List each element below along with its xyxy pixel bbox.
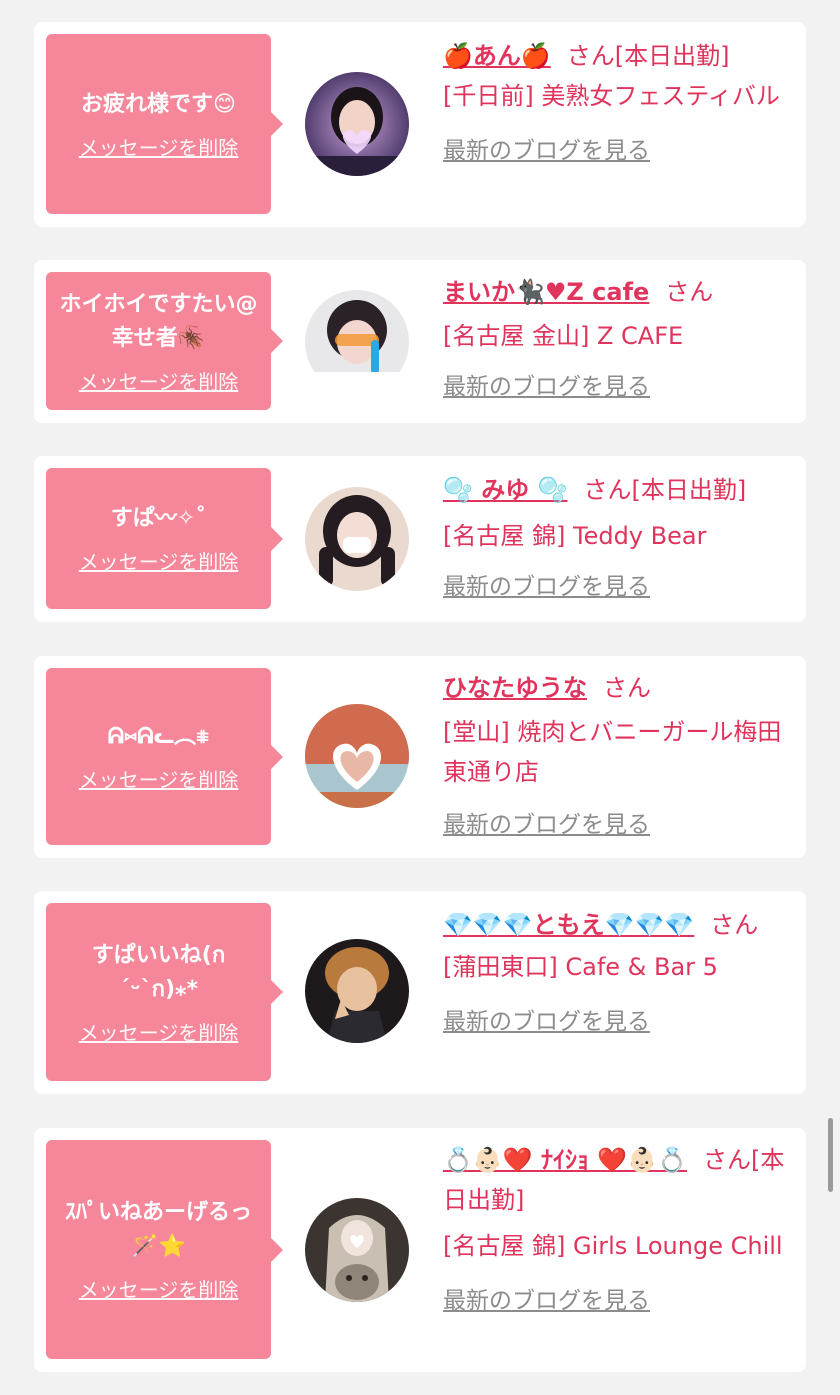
girl-name-link[interactable]: 🍎あん🍎 — [443, 42, 551, 70]
delete-message-link[interactable]: メッセージを削除 — [79, 1017, 239, 1046]
delete-message-link[interactable]: メッセージを削除 — [79, 764, 239, 793]
list-item: すぱ〰✧˚ メッセージを削除 🫧 みゆ 🫧 さん[本日出勤] [名古屋 錦] Te… — [34, 456, 806, 622]
delete-message-link[interactable]: メッセージを削除 — [79, 366, 239, 395]
shop-label: [名古屋 金山] Z CAFE — [443, 322, 684, 350]
message-bubble: すぱ〰✧˚ メッセージを削除 — [46, 468, 283, 609]
message-text: ᕱ⑅ᕱ︎ᓚ︎︎︵⩨ — [107, 724, 210, 749]
girl-info: ひなたゆうな さん [堂山] 焼肉とバニーガール梅田東通り店 最新のブログを見る — [443, 668, 792, 845]
girl-name-link[interactable]: 🫧 みゆ 🫧 — [443, 476, 567, 504]
list-item: ᕱ⑅ᕱ︎ᓚ︎︎︵⩨ メッセージを削除 ひなたゆうな さん [堂山] 焼肉とバニーガ… — [34, 656, 806, 858]
avatar[interactable] — [305, 704, 409, 808]
latest-blog-link[interactable]: 最新のブログを見る — [443, 805, 650, 845]
girl-name-link[interactable]: まいか🐈‍⬛♥Z cafe — [443, 278, 649, 306]
message-bubble: ホイホイですたい@幸せ者🪳 メッセージを削除 — [46, 272, 283, 410]
list-item: お疲れ様です😊 メッセージを削除 🍎あん🍎 さん[本日出勤] [千日前] 美熟女… — [34, 22, 806, 227]
shop-label: [名古屋 錦] Teddy Bear — [443, 522, 707, 550]
message-text: すぱ〰✧˚ — [110, 506, 207, 531]
girl-info: 🫧 みゆ 🫧 さん[本日出勤] [名古屋 錦] Teddy Bear 最新のブログ… — [443, 470, 792, 607]
message-text: すぱいいね(ก´ᵕ`ก)⁎* — [91, 942, 226, 1002]
girl-suffix: さん — [665, 278, 714, 306]
shop-label: [堂山] 焼肉とバニーガール梅田東通り店 — [443, 718, 782, 786]
girl-suffix: さん[本日出勤] — [566, 42, 730, 70]
girl-suffix: さん — [603, 674, 651, 702]
message-bubble: ᕱ⑅ᕱ︎ᓚ︎︎︵⩨ メッセージを削除 — [46, 668, 283, 845]
message-list: お疲れ様です😊 メッセージを削除 🍎あん🍎 さん[本日出勤] [千日前] 美熟女… — [0, 0, 840, 1395]
message-text: ホイホイですたい@幸せ者🪳 — [59, 291, 258, 351]
latest-blog-link[interactable]: 最新のブログを見る — [443, 1002, 650, 1042]
avatar[interactable] — [305, 290, 409, 394]
avatar[interactable] — [305, 487, 409, 591]
girl-suffix: さん — [710, 911, 759, 939]
scrollbar[interactable] — [828, 1118, 833, 1192]
message-text: お疲れ様です😊 — [81, 91, 236, 117]
delete-message-link[interactable]: メッセージを削除 — [79, 1274, 239, 1303]
girl-name-link[interactable]: ひなたゆうな — [443, 674, 587, 702]
girl-info: 💍👶🏻❤️ ﾅｲｼｮ ❤️👶🏻💍 さん[本日出勤] [名古屋 錦] Girls L… — [443, 1140, 792, 1321]
list-item: ホイホイですたい@幸せ者🪳 メッセージを削除 まいか🐈‍⬛♥Z cafe さん [… — [34, 260, 806, 423]
message-bubble: ｽﾊﾟいねあーげるっ🪄⭐ メッセージを削除 — [46, 1140, 283, 1359]
avatar[interactable] — [305, 1198, 409, 1302]
avatar[interactable] — [305, 72, 409, 176]
avatar[interactable] — [305, 939, 409, 1043]
message-bubble: お疲れ様です😊 メッセージを削除 — [46, 34, 283, 214]
girl-name-link[interactable]: 💍👶🏻❤️ ﾅｲｼｮ ❤️👶🏻💍 — [443, 1146, 687, 1174]
latest-blog-link[interactable]: 最新のブログを見る — [443, 1281, 650, 1321]
girl-info: 💎💎💎ともえ💎💎💎 さん [蒲田東口] Cafe & Bar 5 最新のブログを見… — [443, 905, 792, 1042]
shop-label: [蒲田東口] Cafe & Bar 5 — [443, 953, 718, 981]
list-item: ｽﾊﾟいねあーげるっ🪄⭐ メッセージを削除 💍👶🏻❤️ ﾅｲｼｮ ❤️👶🏻💍 さん… — [34, 1128, 806, 1372]
shop-label: [名古屋 錦] Girls Lounge Chill — [443, 1232, 783, 1260]
girl-name-link[interactable]: 💎💎💎ともえ💎💎💎 — [443, 911, 694, 939]
latest-blog-link[interactable]: 最新のブログを見る — [443, 367, 650, 407]
girl-suffix: さん[本日出勤] — [583, 476, 747, 504]
girl-info: まいか🐈‍⬛♥Z cafe さん [名古屋 金山] Z CAFE 最新のブログを見… — [443, 272, 792, 407]
shop-label: [千日前] 美熟女フェスティバル — [443, 82, 780, 110]
message-text: ｽﾊﾟいねあーげるっ🪄⭐ — [64, 1200, 252, 1259]
latest-blog-link[interactable]: 最新のブログを見る — [443, 567, 650, 607]
girl-info: 🍎あん🍎 さん[本日出勤] [千日前] 美熟女フェスティバル 最新のブログを見る — [443, 36, 792, 171]
list-item: すぱいいね(ก´ᵕ`ก)⁎* メッセージを削除 💎💎💎ともえ💎💎💎 さん [蒲田東… — [34, 891, 806, 1094]
delete-message-link[interactable]: メッセージを削除 — [79, 132, 239, 161]
message-bubble: すぱいいね(ก´ᵕ`ก)⁎* メッセージを削除 — [46, 903, 283, 1081]
latest-blog-link[interactable]: 最新のブログを見る — [443, 131, 650, 171]
delete-message-link[interactable]: メッセージを削除 — [79, 546, 239, 575]
